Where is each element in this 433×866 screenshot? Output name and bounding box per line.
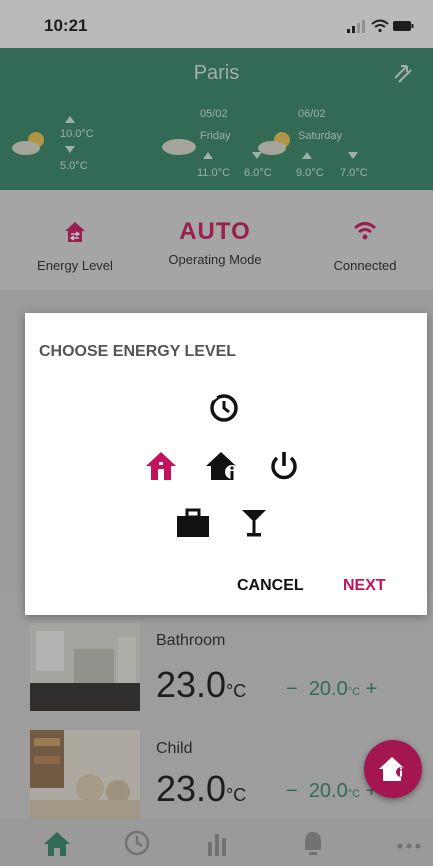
clock-icon[interactable] xyxy=(207,391,241,425)
energy-level-dialog: CHOOSE ENERGY LEVEL CANCEL NEXT xyxy=(25,313,427,615)
home-info-icon[interactable] xyxy=(205,449,241,483)
energy-fab-button[interactable] xyxy=(364,740,422,798)
cancel-button[interactable]: CANCEL xyxy=(237,577,304,595)
cocktail-icon[interactable] xyxy=(239,507,269,539)
next-button[interactable]: NEXT xyxy=(343,577,386,595)
dialog-title: CHOOSE ENERGY LEVEL xyxy=(39,343,237,360)
power-icon[interactable] xyxy=(267,449,301,483)
home-info-icon xyxy=(379,757,406,781)
briefcase-icon[interactable] xyxy=(175,507,211,539)
home-icon[interactable] xyxy=(143,449,179,483)
